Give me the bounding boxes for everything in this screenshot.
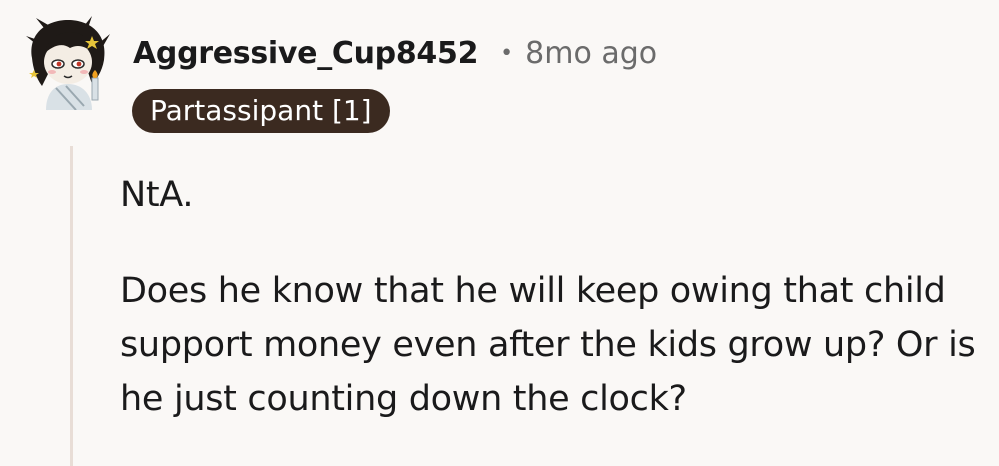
timestamp-link[interactable]: 8mo ago [525, 36, 657, 71]
comment: Aggressive_Cup8452 • 8mo ago Partassipan… [0, 0, 999, 466]
comment-body: NtA. Does he know that he will keep owin… [120, 168, 980, 426]
username-link[interactable]: Aggressive_Cup8452 [133, 36, 478, 71]
user-avatar-icon[interactable] [22, 14, 112, 111]
comment-header: Aggressive_Cup8452 • 8mo ago [133, 36, 657, 71]
comment-paragraph: Does he know that he will keep owing tha… [120, 271, 976, 419]
comment-paragraph: NtA. [120, 175, 194, 215]
user-flair-badge: Partassipant [1] [132, 89, 390, 133]
meta-separator: • [500, 41, 514, 66]
thread-collapse-line[interactable] [70, 146, 73, 466]
